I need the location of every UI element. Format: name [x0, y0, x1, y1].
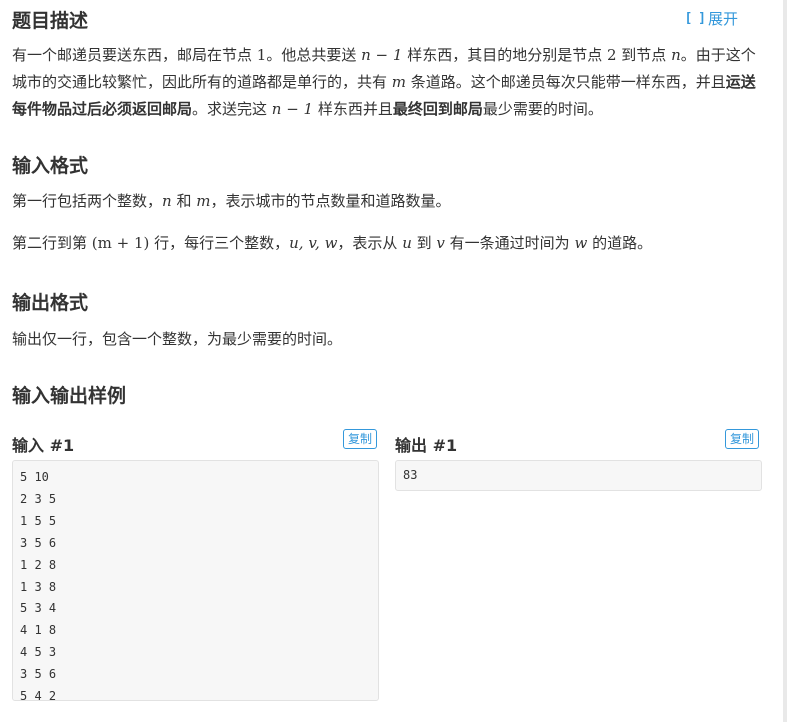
section-title-description: 题目描述	[12, 10, 89, 32]
section-title-samples: 输入输出样例	[12, 385, 127, 407]
sample-input-box[interactable]: 5 10 2 3 5 1 5 5 3 5 6 1 2 8 1 3 8 5 3 4…	[12, 460, 379, 703]
section-title-output-format: 输出格式	[12, 292, 89, 314]
sample-input-label: 输入 #1	[12, 436, 75, 455]
expand-label: 展开	[707, 10, 738, 28]
expand-icon: [ ]	[684, 11, 707, 26]
scrollbar-track[interactable]	[783, 0, 787, 722]
description-paragraph: 有一个邮递员要送东西，邮局在节点 1。他总共要送 n − 1 样东西，其目的地分…	[12, 46, 756, 118]
output-format-text: 输出仅一行，包含一个整数，为最少需要的时间。	[12, 330, 343, 348]
input-format-line-2: 第二行到第 (m + 1) 行，每行三个整数，u, v, w，表示从 u 到 v…	[12, 234, 653, 252]
expand-button[interactable]: [ ] 展开	[685, 8, 739, 29]
sample-output-box[interactable]: 83	[395, 460, 762, 491]
copy-output-button[interactable]: 复制	[725, 429, 760, 449]
copy-input-button[interactable]: 复制	[343, 429, 378, 449]
input-format-line-1: 第一行包括两个整数，n 和 m，表示城市的节点数量和道路数量。	[12, 192, 451, 210]
section-title-input-format: 输入格式	[12, 155, 89, 177]
sample-output-label: 输出 #1	[395, 436, 458, 455]
